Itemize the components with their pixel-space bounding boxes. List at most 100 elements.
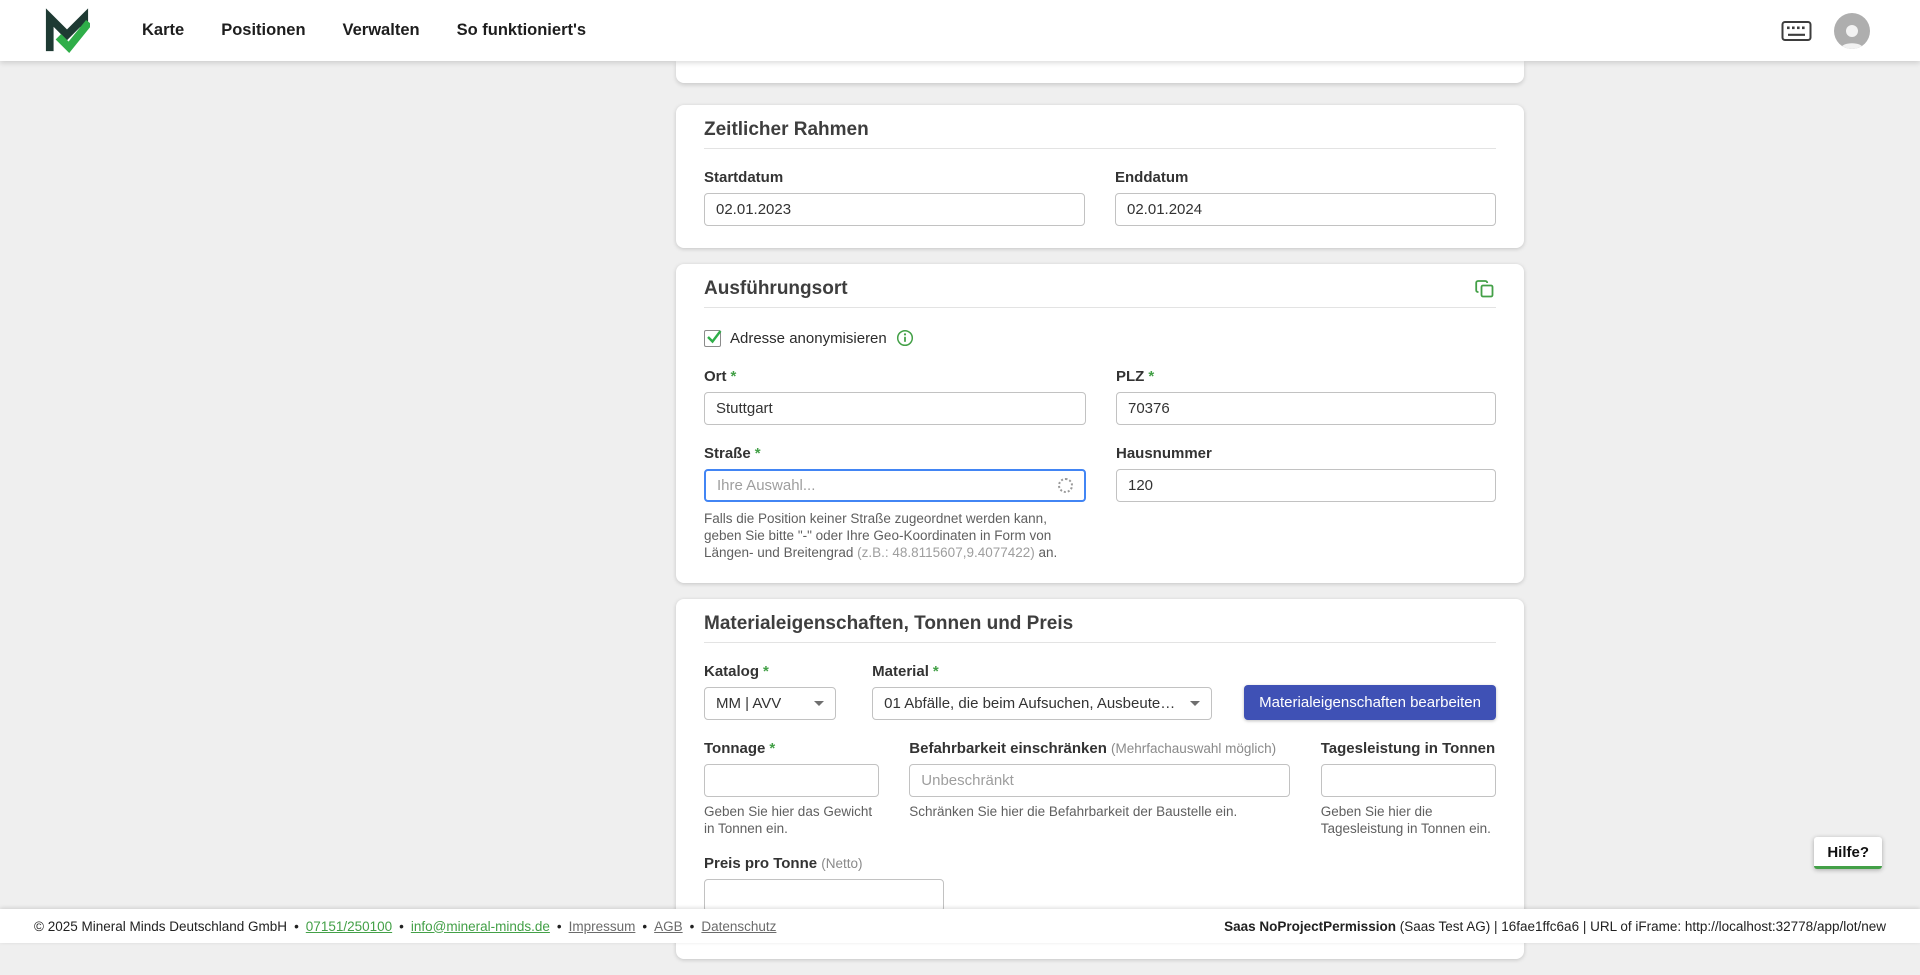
katalog-field: Katalog* MM | AVV: [704, 663, 836, 720]
footer-phone-link[interactable]: 07151/250100: [306, 919, 392, 934]
keyboard-icon[interactable]: [1781, 20, 1812, 42]
footer-email-link[interactable]: info@mineral-minds.de: [411, 919, 550, 934]
plz-label: PLZ*: [1116, 368, 1496, 385]
help-button[interactable]: Hilfe?: [1814, 837, 1882, 869]
required-marker: *: [769, 740, 775, 757]
anonymize-checkbox-row[interactable]: Adresse anonymisieren: [704, 328, 1496, 348]
info-icon[interactable]: [896, 329, 914, 347]
material-field: Material* 01 Abfälle, die beim Aufsuchen…: [872, 663, 1212, 720]
tonnage-label: Tonnage*: [704, 740, 879, 757]
anonymize-checkbox[interactable]: [704, 330, 721, 347]
divider: [704, 642, 1496, 643]
tagesleistung-field: Tagesleistung in Tonnen Geben Sie hier d…: [1321, 740, 1496, 837]
footer: © 2025 Mineral Minds Deutschland GmbH • …: [0, 909, 1920, 943]
footer-impressum-link[interactable]: Impressum: [569, 919, 636, 934]
footer-saas-permission: Saas NoProjectPermission: [1224, 919, 1396, 934]
ort-field: Ort*: [704, 368, 1086, 425]
katalog-select[interactable]: MM | AVV: [704, 687, 836, 720]
startdatum-label: Startdatum: [704, 169, 1085, 186]
startdatum-input[interactable]: [704, 193, 1085, 226]
anonymize-label: Adresse anonymisieren: [730, 330, 887, 347]
strasse-field: Straße*: [704, 445, 1086, 502]
befahrbarkeit-field: Befahrbarkeit einschränken (Mehrfachausw…: [909, 740, 1289, 820]
main-nav: Karte Positionen Verwalten So funktionie…: [142, 21, 586, 40]
footer-separator: •: [690, 919, 695, 934]
tagesleistung-input[interactable]: [1321, 764, 1496, 797]
tagesleistung-hint: Geben Sie hier die Tagesleistung in Tonn…: [1321, 803, 1496, 837]
required-marker: *: [933, 663, 939, 680]
mineral-minds-logo-icon[interactable]: [44, 8, 90, 54]
plz-input[interactable]: [1116, 392, 1496, 425]
preis-label-suffix: (Netto): [821, 856, 862, 871]
nav-item-so-funktionierts[interactable]: So funktioniert's: [457, 21, 587, 40]
enddatum-label: Enddatum: [1115, 169, 1496, 186]
footer-left: © 2025 Mineral Minds Deutschland GmbH • …: [34, 919, 776, 934]
befahrbarkeit-label: Befahrbarkeit einschränken (Mehrfachausw…: [909, 740, 1289, 757]
loading-spinner-icon: [1058, 478, 1073, 493]
footer-agb-link[interactable]: AGB: [654, 919, 683, 934]
material-card: Materialeigenschaften, Tonnen und Preis …: [676, 599, 1524, 959]
footer-separator: •: [399, 919, 404, 934]
strasse-input-wrap: [704, 469, 1086, 502]
preis-field: Preis pro Tonne (Netto): [704, 855, 944, 912]
material-row-selects: Katalog* MM | AVV Material* 01 Abfälle, …: [704, 663, 1496, 720]
material-card-title: Materialeigenschaften, Tonnen und Preis: [704, 613, 1073, 635]
previous-card-bottom: [676, 61, 1524, 83]
location-card: Ausführungsort Adresse anonymisieren: [676, 264, 1524, 583]
checkmark-icon: [705, 328, 722, 345]
footer-right: Saas NoProjectPermission (Saas Test AG) …: [1224, 919, 1886, 934]
tonnage-field: Tonnage* Geben Sie hier das Gewicht in T…: [704, 740, 879, 837]
befahrbarkeit-input[interactable]: [909, 764, 1289, 797]
timeframe-card-title: Zeitlicher Rahmen: [704, 119, 869, 141]
preis-label: Preis pro Tonne (Netto): [704, 855, 944, 872]
footer-separator: •: [642, 919, 647, 934]
nav-item-karte[interactable]: Karte: [142, 21, 184, 40]
lot-form-page: Zeitlicher Rahmen Startdatum Enddatum Au…: [676, 61, 1524, 975]
nav-item-positionen[interactable]: Positionen: [221, 21, 305, 40]
nav-item-verwalten[interactable]: Verwalten: [343, 21, 420, 40]
top-navbar: Karte Positionen Verwalten So funktionie…: [0, 0, 1920, 61]
navbar-right: [1781, 13, 1870, 49]
plz-field: PLZ*: [1116, 368, 1496, 425]
required-marker: *: [755, 445, 761, 462]
material-row-tonnage: Tonnage* Geben Sie hier das Gewicht in T…: [704, 740, 1496, 837]
divider: [704, 307, 1496, 308]
katalog-select-value: MM | AVV: [716, 695, 781, 712]
strasse-hint: Falls die Position keiner Straße zugeord…: [704, 510, 1086, 561]
katalog-label: Katalog*: [704, 663, 836, 680]
hausnummer-field: Hausnummer: [1116, 445, 1496, 502]
ort-label: Ort*: [704, 368, 1086, 385]
footer-saas-info: (Saas Test AG) | 16fae1ffc6a6 | URL of i…: [1396, 919, 1886, 934]
footer-datenschutz-link[interactable]: Datenschutz: [701, 919, 776, 934]
material-select[interactable]: 01 Abfälle, die beim Aufsuchen, Ausbeute…: [872, 687, 1212, 720]
required-marker: *: [731, 368, 737, 385]
enddatum-input[interactable]: [1115, 193, 1496, 226]
material-select-value: 01 Abfälle, die beim Aufsuchen, Ausbeute…: [884, 695, 1182, 712]
ort-input[interactable]: [704, 392, 1086, 425]
chevron-down-icon: [1190, 701, 1200, 706]
required-marker: *: [763, 663, 769, 680]
timeframe-card: Zeitlicher Rahmen Startdatum Enddatum: [676, 105, 1524, 248]
footer-copyright: © 2025 Mineral Minds Deutschland GmbH: [34, 919, 287, 934]
strasse-input[interactable]: [717, 471, 1050, 500]
footer-separator: •: [294, 919, 299, 934]
befahrbarkeit-label-suffix: (Mehrfachauswahl möglich): [1111, 741, 1276, 756]
tagesleistung-label: Tagesleistung in Tonnen: [1321, 740, 1496, 757]
footer-separator: •: [557, 919, 562, 934]
befahrbarkeit-hint: Schränken Sie hier die Befahrbarkeit der…: [909, 803, 1289, 820]
chevron-down-icon: [814, 701, 824, 706]
startdatum-field: Startdatum: [704, 169, 1085, 226]
enddatum-field: Enddatum: [1115, 169, 1496, 226]
copy-icon[interactable]: [1474, 278, 1496, 300]
hausnummer-label: Hausnummer: [1116, 445, 1496, 462]
hausnummer-input[interactable]: [1116, 469, 1496, 502]
logo-mark: [44, 8, 90, 54]
user-avatar-icon[interactable]: [1834, 13, 1870, 49]
edit-material-properties-button[interactable]: Materialeigenschaften bearbeiten: [1244, 685, 1496, 720]
preis-input[interactable]: [704, 879, 944, 912]
strasse-label: Straße*: [704, 445, 1086, 462]
tonnage-hint: Geben Sie hier das Gewicht in Tonnen ein…: [704, 803, 879, 837]
location-card-title: Ausführungsort: [704, 278, 848, 300]
tonnage-input[interactable]: [704, 764, 879, 797]
required-marker: *: [1148, 368, 1154, 385]
